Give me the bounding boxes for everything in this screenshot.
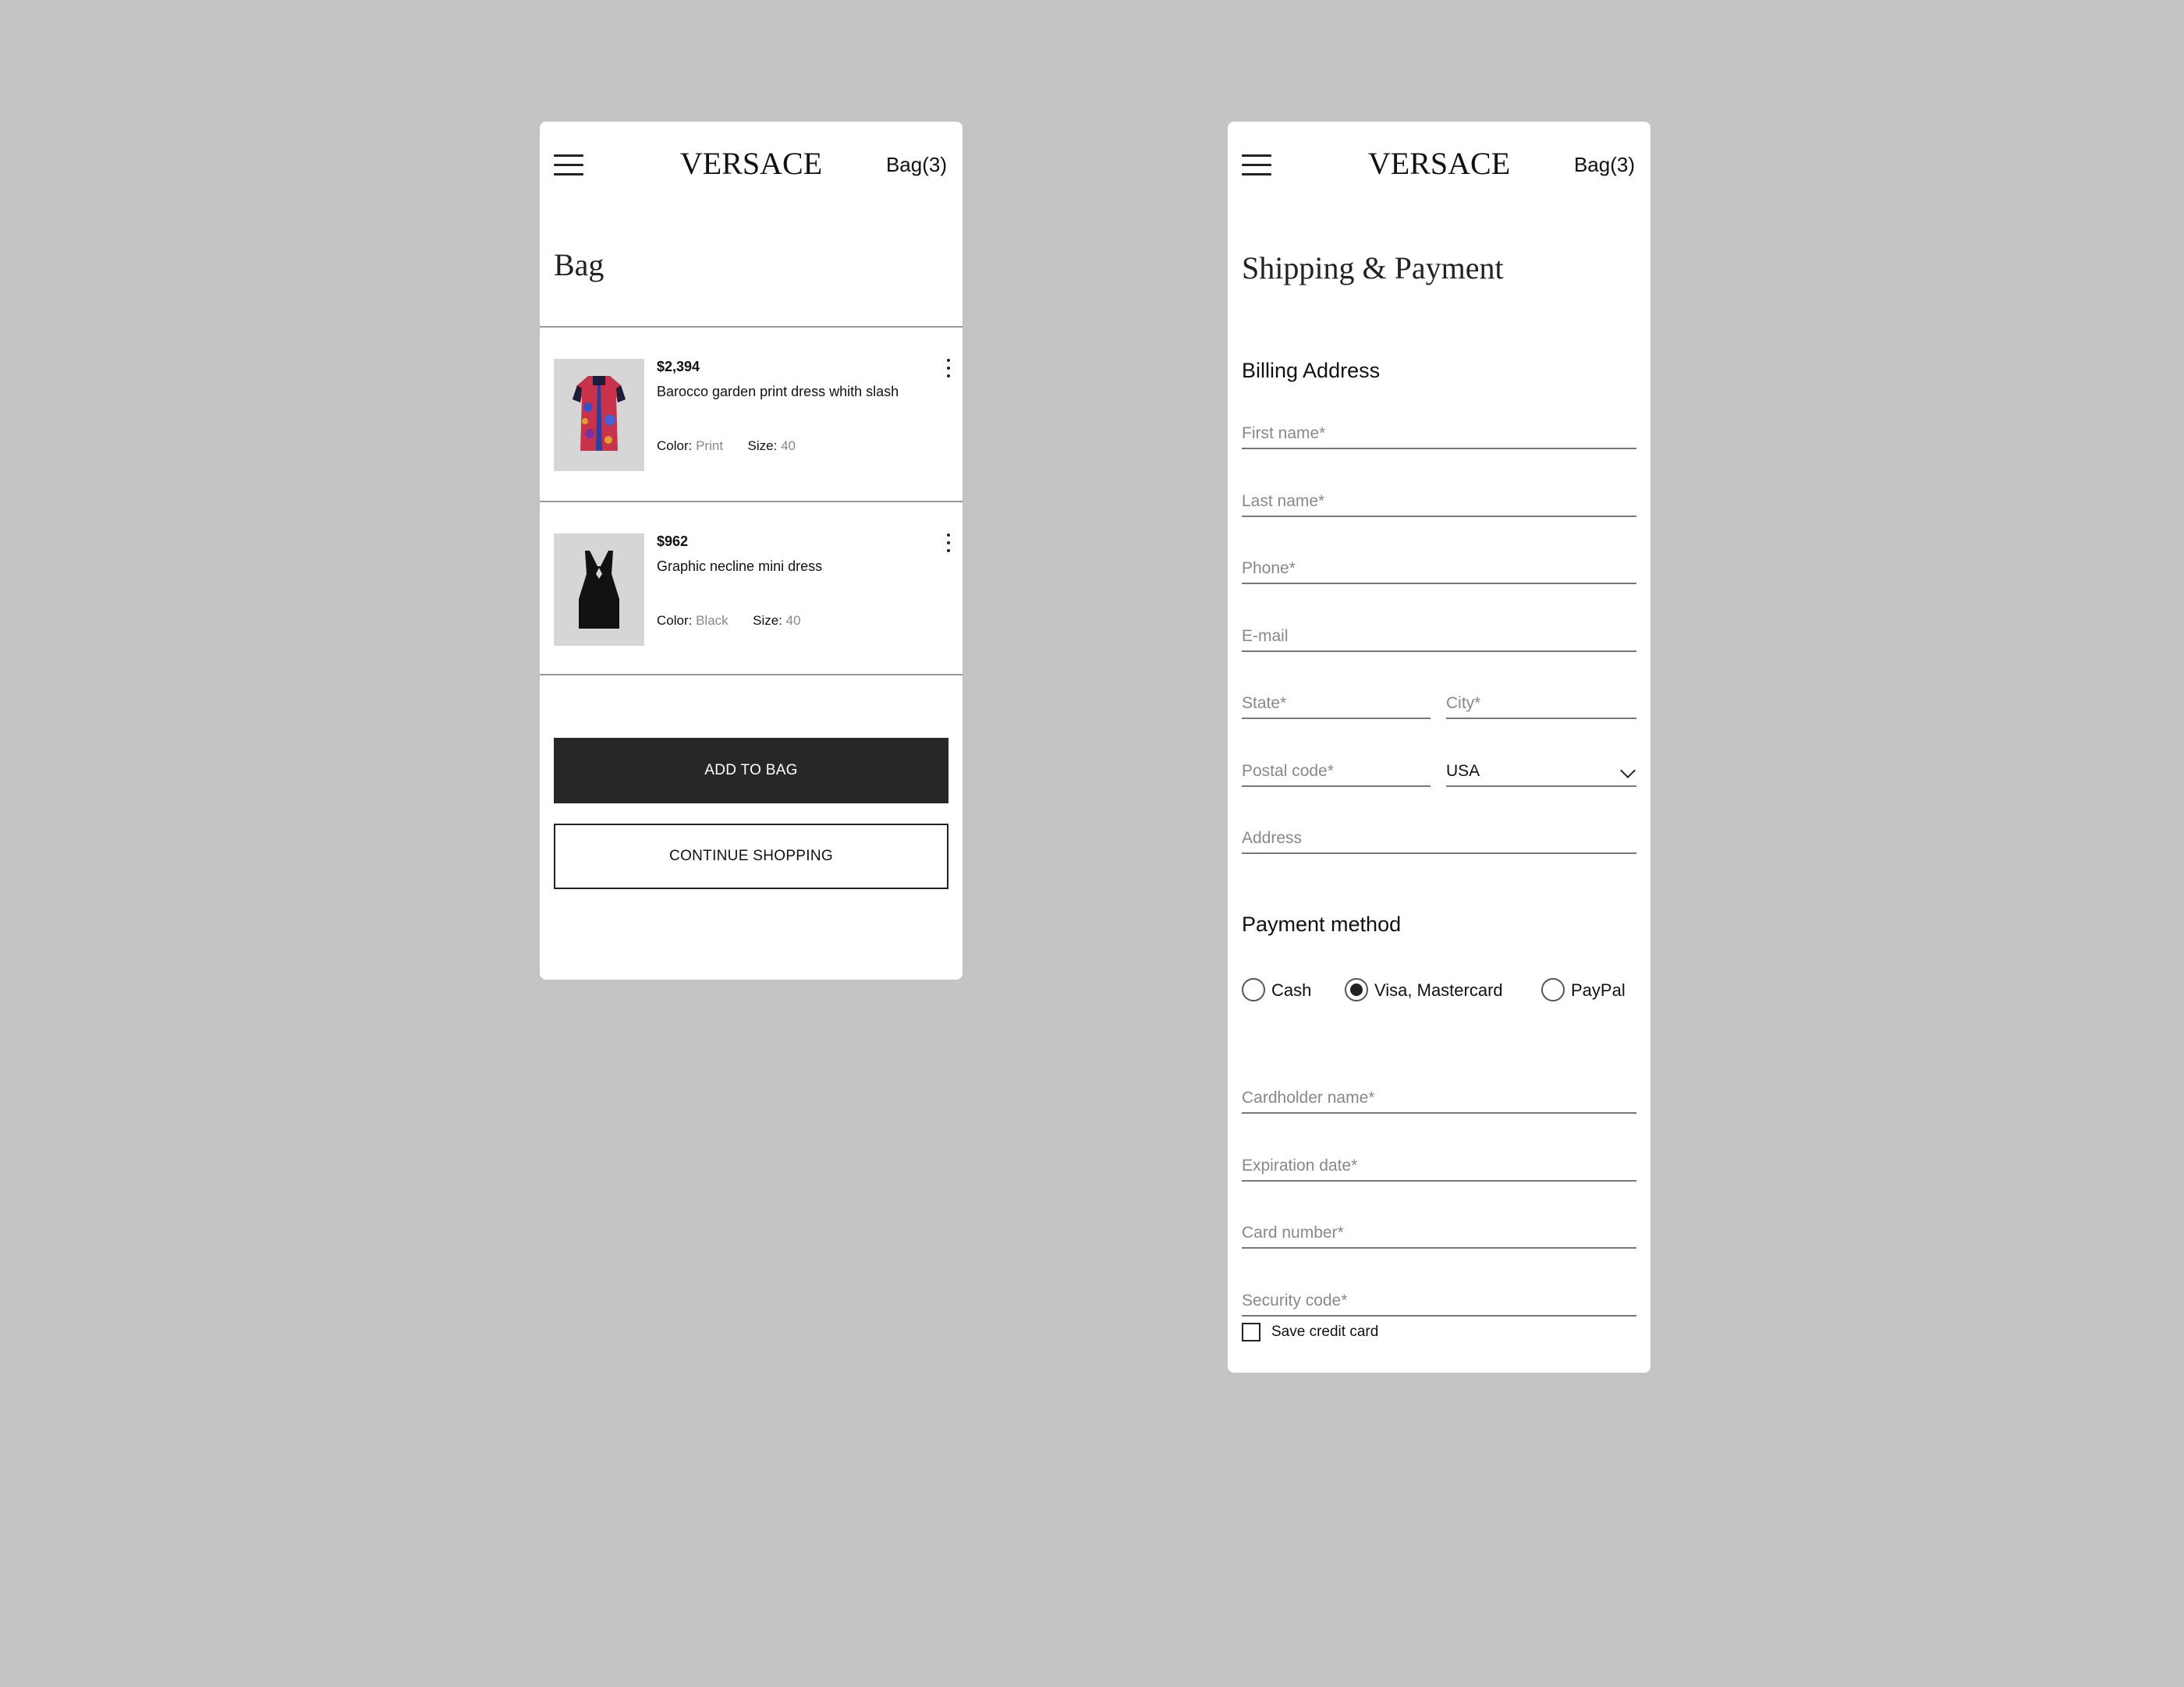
bag-count-link[interactable]: Bag(3) (1574, 153, 1635, 177)
size-value: 40 (781, 438, 796, 453)
product-image[interactable] (554, 533, 644, 646)
first-name-field[interactable]: First name* (1242, 413, 1636, 449)
postal-code-field[interactable]: Postal code* (1242, 751, 1431, 787)
state-placeholder: State* (1242, 694, 1287, 712)
item-price: $2,394 (657, 359, 700, 374)
item-attributes: Color: Black Size: 40 (657, 613, 801, 629)
bag-screen: VERSACE Bag(3) Bag $2,394 Barocco garden… (540, 122, 963, 980)
radio-icon (1242, 978, 1265, 1001)
size-label: Size: (753, 613, 782, 628)
phone-placeholder: Phone* (1242, 559, 1296, 577)
country-select[interactable]: USA (1446, 751, 1636, 787)
color-label: Color: (657, 438, 693, 453)
chevron-down-icon (1620, 763, 1636, 778)
payment-header: VERSACE Bag(3) (1228, 122, 1650, 209)
cardholder-name-field[interactable]: Cardholder name* (1242, 1078, 1636, 1114)
radio-cash[interactable]: Cash (1242, 978, 1328, 1003)
radio-visa-mastercard[interactable]: Visa, Mastercard (1345, 978, 1524, 1003)
item-attributes: Color: Print Size: 40 (657, 438, 796, 454)
page-title: Bag (554, 247, 604, 282)
add-to-bag-button[interactable]: ADD TO BAG (554, 738, 948, 803)
radio-icon (1541, 978, 1565, 1001)
postal-code-placeholder: Postal code* (1242, 762, 1334, 780)
save-card-label[interactable]: Save credit card (1271, 1324, 1378, 1341)
phone-field[interactable]: Phone* (1242, 548, 1636, 584)
size-label: Size: (747, 438, 778, 453)
continue-shopping-button[interactable]: CONTINUE SHOPPING (554, 824, 948, 889)
color-value: Black (696, 613, 729, 628)
address-placeholder: Address (1242, 829, 1303, 847)
radio-icon (1345, 978, 1368, 1001)
black-dress-icon (579, 551, 619, 629)
more-vertical-icon[interactable] (944, 532, 953, 555)
checkbox-icon[interactable] (1242, 1323, 1260, 1341)
page-title: Shipping & Payment (1242, 250, 1504, 285)
security-code-placeholder: Security code* (1242, 1292, 1348, 1310)
last-name-placeholder: Last name* (1242, 492, 1325, 510)
item-name[interactable]: Barocco garden print dress whith slash (657, 381, 922, 402)
city-placeholder: City* (1446, 694, 1481, 712)
security-code-field[interactable]: Security code* (1242, 1281, 1636, 1317)
product-image[interactable] (554, 359, 644, 471)
radio-label: Cash (1271, 980, 1312, 1000)
item-price: $962 (657, 533, 689, 549)
more-vertical-icon[interactable] (944, 357, 953, 381)
bag-item: $962 Graphic necline mini dress Color: B… (540, 502, 963, 675)
country-value: USA (1446, 762, 1480, 780)
color-value: Print (696, 438, 724, 453)
last-name-field[interactable]: Last name* (1242, 481, 1636, 517)
billing-heading: Billing Address (1242, 359, 1381, 382)
email-field[interactable]: E-mail (1242, 616, 1636, 652)
card-number-placeholder: Card number* (1242, 1224, 1344, 1242)
size-value: 40 (785, 613, 801, 628)
card-number-field[interactable]: Card number* (1242, 1213, 1636, 1249)
expiration-date-field[interactable]: Expiration date* (1242, 1146, 1636, 1182)
expiration-placeholder: Expiration date* (1242, 1157, 1358, 1175)
city-field[interactable]: City* (1446, 683, 1636, 719)
radio-label: PayPal (1571, 980, 1626, 1000)
radio-label: Visa, Mastercard (1374, 980, 1503, 1000)
payment-screen: VERSACE Bag(3) Shipping & Payment Billin… (1228, 122, 1650, 1373)
item-name[interactable]: Graphic necline mini dress (657, 555, 922, 577)
state-field[interactable]: State* (1242, 683, 1431, 719)
address-field[interactable]: Address (1242, 818, 1636, 854)
divider (540, 674, 963, 675)
print-dress-icon (573, 376, 626, 451)
first-name-placeholder: First name* (1242, 424, 1326, 442)
radio-paypal[interactable]: PayPal (1541, 978, 1643, 1003)
cardholder-placeholder: Cardholder name* (1242, 1089, 1375, 1107)
bag-header: VERSACE Bag(3) (540, 122, 963, 209)
payment-method-heading: Payment method (1242, 913, 1402, 936)
color-label: Color: (657, 613, 693, 628)
bag-count-link[interactable]: Bag(3) (886, 153, 947, 177)
bag-item: $2,394 Barocco garden print dress whith … (540, 328, 963, 501)
email-placeholder: E-mail (1242, 627, 1289, 645)
